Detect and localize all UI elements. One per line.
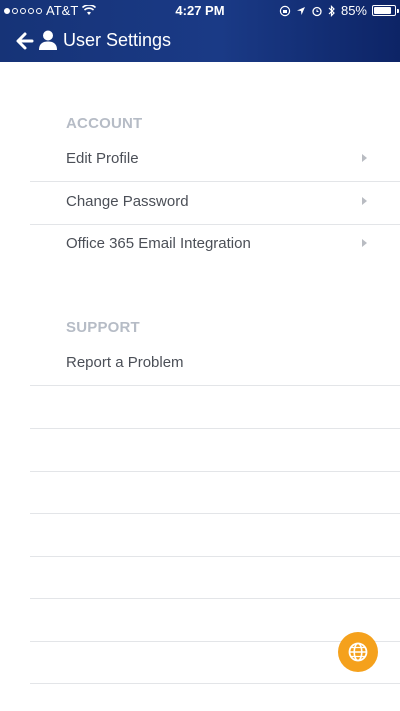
section-header-account: ACCOUNT: [66, 115, 143, 132]
nav-bar: User Settings: [0, 20, 400, 62]
section-header-support: SUPPORT: [66, 319, 140, 336]
bluetooth-icon: [328, 4, 335, 17]
status-right: 85%: [279, 3, 399, 18]
divider: [30, 683, 400, 684]
chevron-right-icon: [362, 154, 367, 162]
globe-button[interactable]: [338, 632, 378, 672]
battery-percent: 85%: [340, 3, 367, 18]
globe-icon: [348, 642, 368, 662]
status-bar: AT&T 4:27 PM 85%: [0, 0, 400, 20]
settings-row-change-password[interactable]: Change Password: [30, 182, 400, 225]
settings-row-office365-integration[interactable]: Office 365 Email Integration: [30, 224, 400, 267]
location-icon: [296, 6, 305, 15]
rotation-lock-icon: [279, 5, 291, 16]
settings-row-report-problem[interactable]: Report a Problem: [30, 343, 400, 386]
user-icon: [39, 30, 57, 50]
chevron-right-icon: [362, 197, 367, 205]
battery-icon: [372, 5, 399, 16]
row-label: Change Password: [66, 193, 189, 210]
chevron-right-icon: [362, 239, 367, 247]
divider: [30, 428, 400, 429]
divider: [30, 556, 400, 557]
row-label: Office 365 Email Integration: [66, 235, 251, 252]
row-label: Report a Problem: [66, 354, 184, 371]
divider: [30, 513, 400, 514]
settings-row-edit-profile[interactable]: Edit Profile: [30, 139, 400, 182]
page-title: User Settings: [63, 30, 172, 50]
divider: [30, 471, 400, 472]
divider: [30, 598, 400, 599]
arrow-left-icon[interactable]: [14, 30, 36, 52]
row-label: Edit Profile: [66, 150, 139, 167]
battery-level-fill: [374, 7, 391, 14]
app-header: AT&T 4:27 PM 85% User Settings: [0, 0, 400, 62]
alarm-icon: [312, 6, 322, 16]
